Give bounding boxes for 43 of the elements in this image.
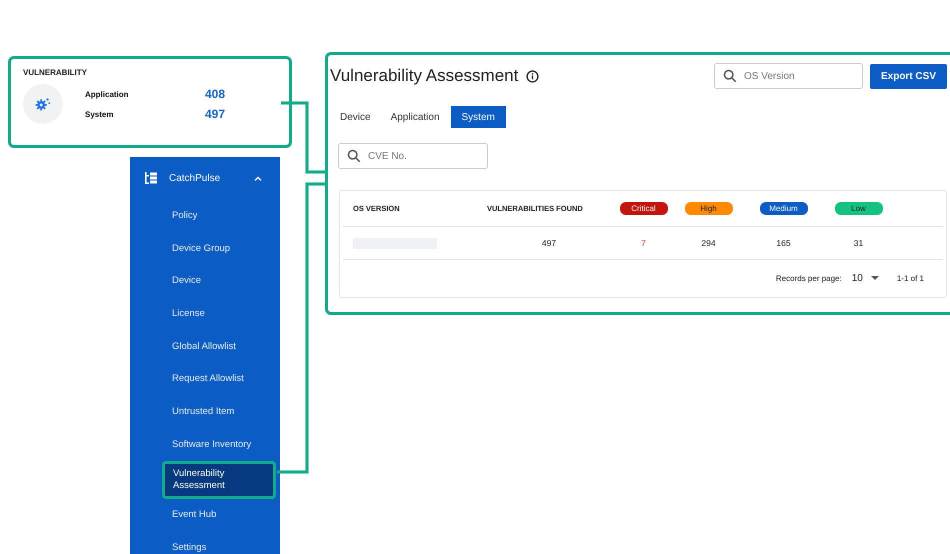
stat-value: 408 xyxy=(204,87,225,101)
table-cell: 165 xyxy=(776,238,791,248)
table-cell: 31 xyxy=(854,238,864,248)
severity-badge: Low xyxy=(834,202,882,215)
search-field[interactable]: CVE No. xyxy=(338,143,488,169)
caret-icon xyxy=(870,276,879,280)
group-label[interactable]: CatchPulse xyxy=(169,172,254,184)
per-page-dropdown[interactable]: 10 xyxy=(852,272,879,284)
sidebar-item[interactable]: Request Allowlist xyxy=(130,362,280,396)
sidebar-item[interactable]: Vulnerability Assessment xyxy=(162,460,276,498)
sidebar-item[interactable]: Settings xyxy=(130,531,280,554)
tab[interactable]: System xyxy=(450,106,506,128)
tab[interactable]: Device xyxy=(338,106,380,128)
page-range: 1-1 of 1 xyxy=(896,274,924,282)
search-field[interactable]: OS Version xyxy=(714,63,863,89)
gear-icon xyxy=(23,84,63,124)
search-icon xyxy=(347,149,361,163)
stat-label: System xyxy=(85,110,114,118)
caret-icon[interactable] xyxy=(254,176,262,180)
records-label: Records per page: xyxy=(776,274,842,282)
info-icon[interactable] xyxy=(526,70,540,82)
sidebar-item[interactable]: Device Group xyxy=(130,232,280,264)
severity-badge: Critical xyxy=(620,202,668,215)
sidebar-item[interactable]: Global Allowlist xyxy=(130,330,280,362)
sidebar-item[interactable]: Device xyxy=(130,264,280,298)
table-cell: 497 xyxy=(542,238,556,248)
sidebar-item[interactable]: Event Hub xyxy=(130,498,280,532)
export-button[interactable]: Export CSV xyxy=(870,64,947,88)
sidebar-item[interactable]: Untrusted Item xyxy=(130,395,280,428)
card-title: VULNERABILITY xyxy=(23,68,88,77)
table-cell: 7 xyxy=(641,238,646,248)
page-title: Vulnerability Assessment xyxy=(330,66,518,86)
list-icon xyxy=(145,172,157,184)
stat-label: Application xyxy=(85,90,129,98)
severity-badge: Medium xyxy=(760,202,808,215)
tab[interactable]: Application xyxy=(382,106,448,128)
severity-badge: High xyxy=(684,202,732,215)
sidebar-item[interactable]: Software Inventory xyxy=(130,428,280,460)
search-icon xyxy=(722,69,737,83)
sidebar-item[interactable]: Policy xyxy=(130,199,280,232)
sidebar-item[interactable]: License xyxy=(130,297,280,330)
table-cell: 294 xyxy=(701,238,716,248)
stat-value: 497 xyxy=(204,107,225,121)
